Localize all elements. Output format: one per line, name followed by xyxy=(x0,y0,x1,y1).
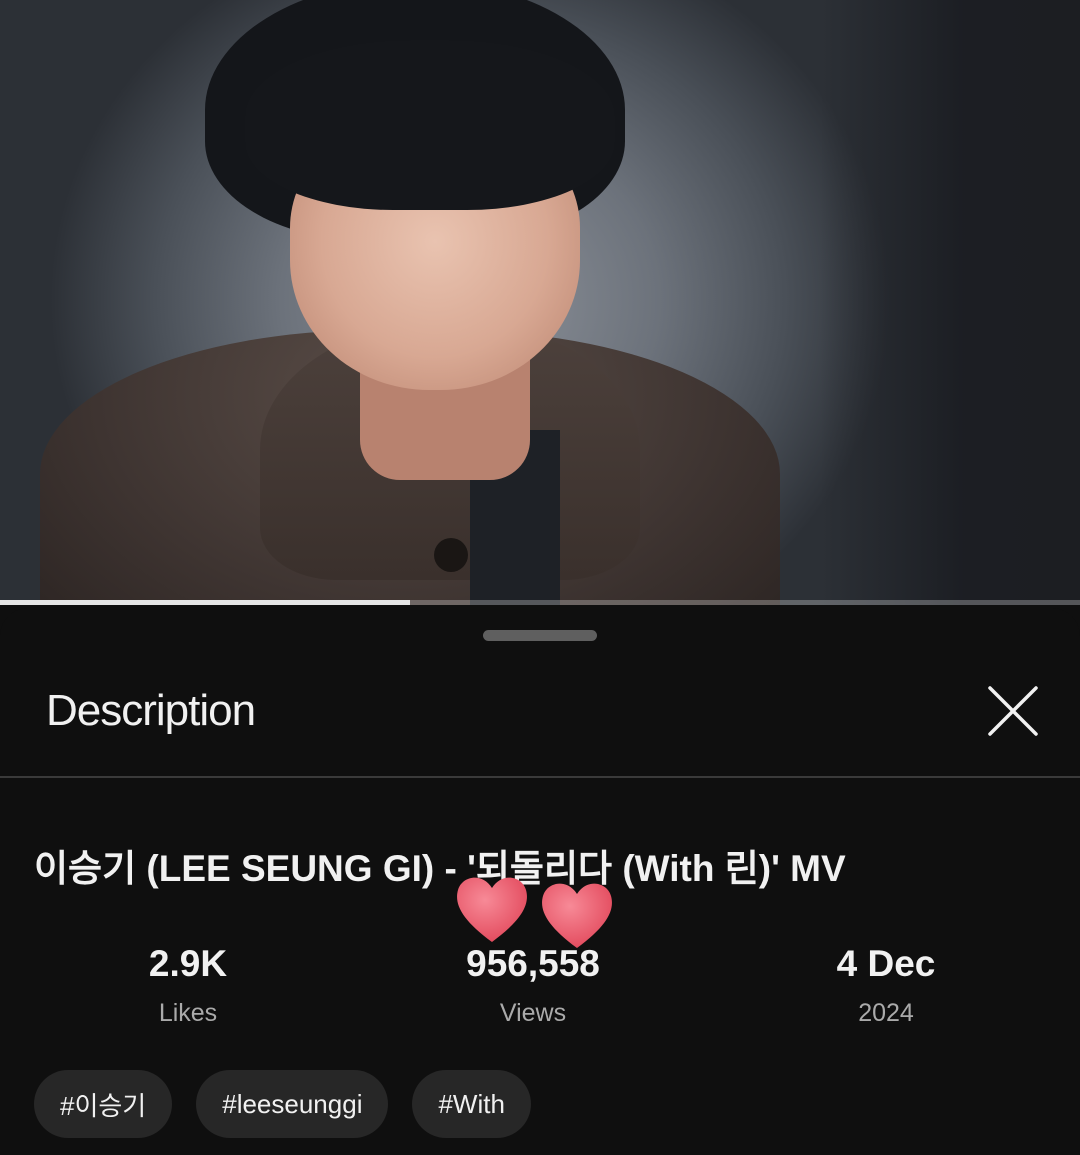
heart-icon xyxy=(457,877,527,942)
description-sheet: Description 이승기 (LEE SEUNG GI) - '되돌리다 (… xyxy=(0,608,1080,1155)
stat-views: 956,558 Views xyxy=(383,943,683,1028)
views-label: Views xyxy=(499,999,567,1027)
hashtag-chip[interactable]: #leeseunggi xyxy=(196,1070,389,1138)
stat-likes: 2.9K Likes xyxy=(38,943,338,1028)
video-progress-bar[interactable] xyxy=(0,600,1080,605)
likes-label: Likes xyxy=(158,999,218,1027)
hashtag-chip[interactable]: #이승기 xyxy=(34,1070,173,1138)
stat-date: 4 Dec 2024 xyxy=(736,943,1036,1028)
video-frame-coat-button xyxy=(434,538,468,572)
sheet-divider xyxy=(0,776,1080,778)
video-frame-shadow xyxy=(820,0,1080,605)
views-count: 956,558 xyxy=(466,943,600,984)
sheet-title: Description xyxy=(46,686,256,735)
upload-date: 4 Dec xyxy=(836,943,936,984)
likes-count: 2.9K xyxy=(148,943,228,984)
heart-stickers xyxy=(457,877,612,948)
hashtag-chip[interactable]: #With xyxy=(412,1070,531,1138)
upload-year: 2024 xyxy=(858,999,914,1027)
app-root: Description 이승기 (LEE SEUNG GI) - '되돌리다 (… xyxy=(0,0,1080,1155)
heart-icon xyxy=(542,883,612,948)
close-button[interactable] xyxy=(982,680,1044,742)
video-player[interactable] xyxy=(0,0,1080,605)
sheet-drag-handle[interactable] xyxy=(483,630,597,641)
video-progress-fill xyxy=(0,600,411,605)
close-icon xyxy=(988,686,1038,736)
video-stats: 2.9K Likes 956,558 Views 4 Dec 2024 xyxy=(0,943,1080,1033)
video-frame-figure-fringe xyxy=(245,40,615,210)
hashtag-list: #이승기 #leeseunggi #With xyxy=(34,1070,531,1138)
